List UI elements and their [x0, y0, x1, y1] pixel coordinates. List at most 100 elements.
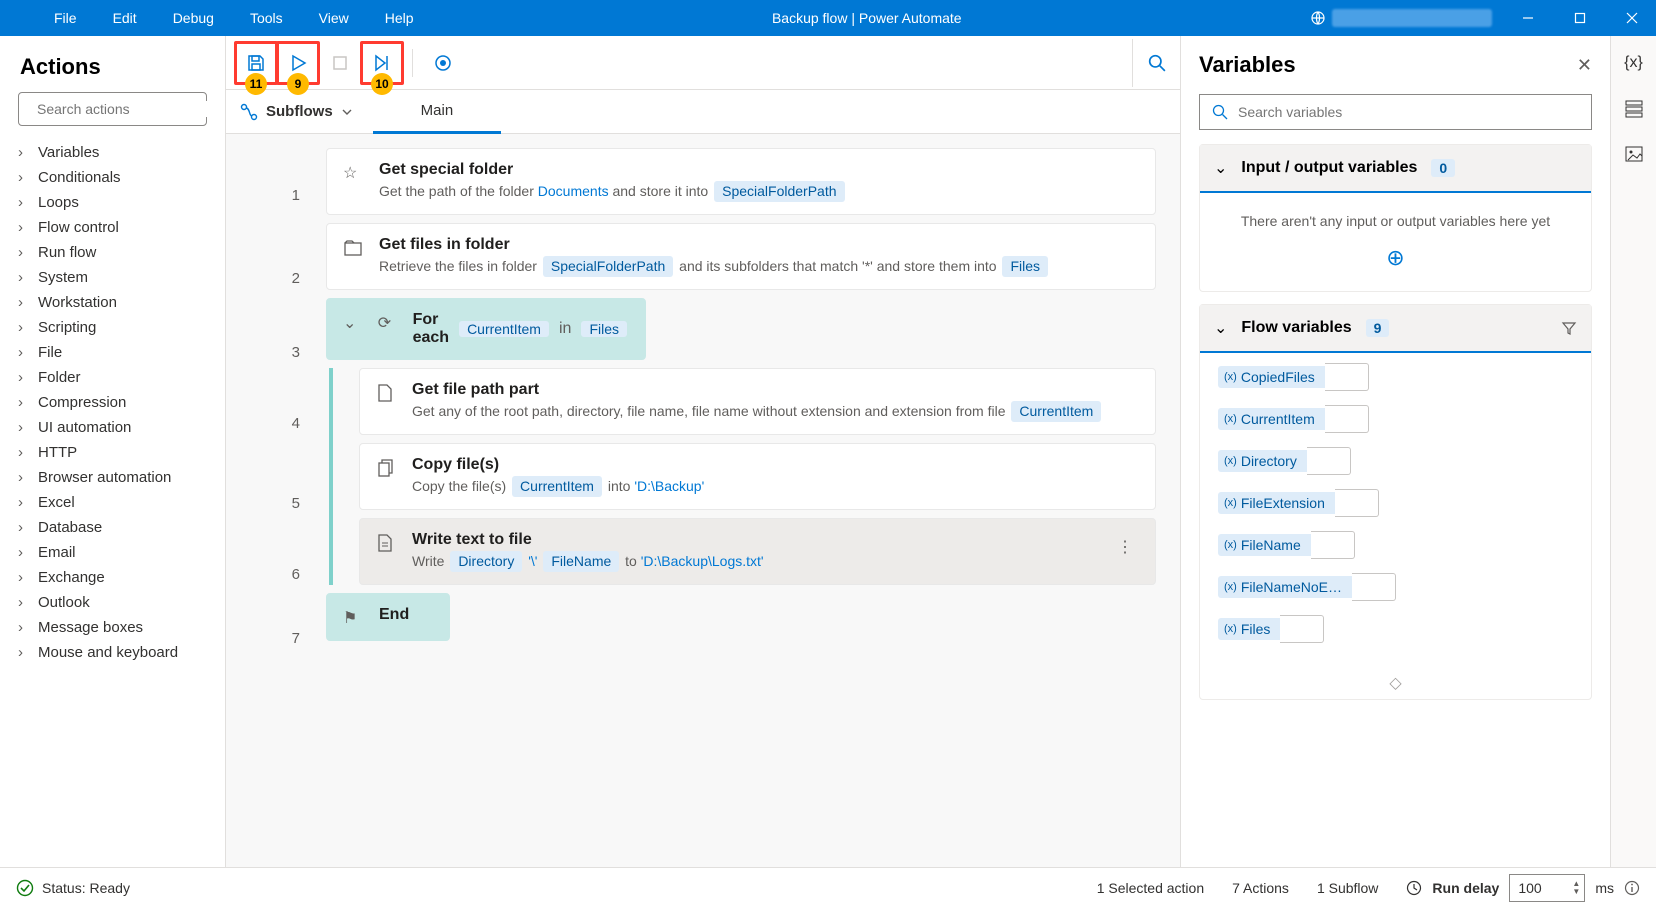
flow-variable-item[interactable]: (x) Directory [1218, 447, 1573, 475]
actions-heading: Actions [0, 36, 225, 92]
category-message-boxes[interactable]: ›Message boxes [6, 615, 225, 640]
chevron-down-icon [341, 106, 353, 118]
io-empty-text: There aren't any input or output variabl… [1220, 213, 1571, 229]
category-browser-automation[interactable]: ›Browser automation [6, 465, 225, 490]
category-database[interactable]: ›Database [6, 515, 225, 540]
category-http[interactable]: ›HTTP [6, 440, 225, 465]
write-icon [376, 531, 398, 553]
step-get-files-in-folder[interactable]: Get files in folder Retrieve the files i… [326, 223, 1156, 290]
status-actions: 7 Actions [1232, 880, 1289, 896]
io-count-badge: 0 [1431, 159, 1455, 177]
filter-button[interactable] [1561, 320, 1577, 336]
run-delay-unit: ms [1595, 880, 1614, 896]
flow-steps: ☆ Get special folder Get the path of the… [326, 134, 1180, 867]
clock-icon [1406, 880, 1422, 896]
flow-variables-header[interactable]: ⌄ Flow variables 9 [1200, 305, 1591, 353]
category-workstation[interactable]: ›Workstation [6, 290, 225, 315]
run-delay-label: Run delay [1432, 880, 1499, 896]
step-copy-files[interactable]: Copy file(s) Copy the file(s) CurrentIte… [359, 443, 1156, 510]
close-button[interactable] [1608, 0, 1656, 36]
subflows-label: Subflows [266, 103, 333, 120]
rail-ui-elements-button[interactable] [1624, 98, 1644, 118]
subflow-icon [240, 103, 258, 121]
step-for-each[interactable]: ⌄ ⟳ For each CurrentItem in Files [326, 298, 646, 360]
search-icon [1212, 104, 1228, 120]
loop-icon: ⟳ [378, 311, 399, 333]
flow-variable-item[interactable]: (x) CurrentItem [1218, 405, 1573, 433]
flow-variable-item[interactable]: (x) Files [1218, 615, 1573, 643]
category-file[interactable]: ›File [6, 340, 225, 365]
add-io-variable-button[interactable]: ⊕ [1220, 245, 1571, 271]
success-icon [16, 879, 34, 897]
tutorial-badge-step: 10 [371, 73, 393, 95]
category-email[interactable]: ›Email [6, 540, 225, 565]
subflows-dropdown[interactable]: Subflows [240, 103, 353, 121]
step-write-text-to-file[interactable]: Write text to file Write Directory '\' F… [359, 518, 1156, 585]
environment-name-redacted [1332, 9, 1492, 27]
menu-debug[interactable]: Debug [155, 2, 232, 34]
chevron-down-icon: ⌄ [343, 311, 364, 333]
flow-variable-item[interactable]: (x) FileExtension [1218, 489, 1573, 517]
step-get-special-folder[interactable]: ☆ Get special folder Get the path of the… [326, 148, 1156, 215]
menu-tools[interactable]: Tools [232, 2, 301, 34]
run-delay-input[interactable]: 100 ▲▼ [1509, 874, 1585, 902]
menu-edit[interactable]: Edit [95, 2, 155, 34]
category-excel[interactable]: ›Excel [6, 490, 225, 515]
category-outlook[interactable]: ›Outlook [6, 590, 225, 615]
menubar: File Edit Debug Tools View Help [0, 2, 432, 34]
menu-help[interactable]: Help [367, 2, 432, 34]
info-icon[interactable] [1624, 880, 1640, 896]
flow-variable-item[interactable]: (x) FileName [1218, 531, 1573, 559]
flow-variable-item[interactable]: (x) CopiedFiles [1218, 363, 1573, 391]
flow-count-badge: 9 [1366, 319, 1390, 337]
category-compression[interactable]: ›Compression [6, 390, 225, 415]
flow-search-button[interactable] [1132, 39, 1180, 87]
file-icon [376, 381, 398, 403]
minimize-button[interactable] [1504, 0, 1552, 36]
chevron-down-icon: ⌄ [1214, 158, 1227, 178]
io-variables-header[interactable]: ⌄ Input / output variables 0 [1200, 145, 1591, 193]
status-subflow: 1 Subflow [1317, 880, 1378, 896]
menu-view[interactable]: View [301, 2, 367, 34]
actions-search-input[interactable] [37, 101, 218, 117]
flag-icon: ⚑ [343, 606, 365, 628]
step-more-menu[interactable]: ⋮ [1111, 531, 1139, 563]
record-button[interactable] [425, 45, 461, 81]
menu-file[interactable]: File [36, 2, 95, 34]
category-conditionals[interactable]: ›Conditionals [6, 165, 225, 190]
line-gutter: 1 2 3 4 5 6 7 [226, 134, 326, 867]
category-scripting[interactable]: ›Scripting [6, 315, 225, 340]
step-title: Get file path part [412, 381, 1139, 399]
category-exchange[interactable]: ›Exchange [6, 565, 225, 590]
category-system[interactable]: ›System [6, 265, 225, 290]
rail-images-button[interactable] [1624, 144, 1644, 164]
actions-tree[interactable]: ›Variables ›Conditionals ›Loops ›Flow co… [0, 136, 225, 867]
step-end[interactable]: ⚑ End [326, 593, 450, 641]
variables-search-input[interactable] [1238, 104, 1579, 120]
clear-variables-button[interactable]: ◇ [1200, 667, 1591, 699]
flow-variable-item[interactable]: (x) FileNameNoE… [1218, 573, 1573, 601]
rail-variables-button[interactable]: {x} [1624, 54, 1643, 72]
variables-panel: Variables ✕ ⌄ Input / output variables 0… [1180, 36, 1610, 867]
actions-panel: Actions ›Variables ›Conditionals ›Loops … [0, 36, 226, 867]
category-run-flow[interactable]: ›Run flow [6, 240, 225, 265]
maximize-button[interactable] [1556, 0, 1604, 36]
close-panel-button[interactable]: ✕ [1577, 55, 1592, 76]
folder-icon [343, 236, 365, 258]
category-variables[interactable]: ›Variables [6, 140, 225, 165]
step-get-file-path-part[interactable]: Get file path part Get any of the root p… [359, 368, 1156, 435]
stop-button [322, 45, 358, 81]
category-mouse-keyboard[interactable]: ›Mouse and keyboard [6, 640, 225, 665]
status-text: Status: Ready [42, 880, 130, 896]
flow-designer: 11 9 10 [226, 36, 1180, 867]
actions-search[interactable] [18, 92, 207, 126]
category-ui-automation[interactable]: ›UI automation [6, 415, 225, 440]
step-title: Get special folder [379, 161, 1139, 179]
tab-main[interactable]: Main [373, 90, 502, 134]
variables-search[interactable] [1199, 94, 1592, 130]
category-folder[interactable]: ›Folder [6, 365, 225, 390]
category-flow-control[interactable]: ›Flow control [6, 215, 225, 240]
environment-picker[interactable] [1302, 7, 1500, 29]
titlebar: File Edit Debug Tools View Help Backup f… [0, 0, 1656, 36]
category-loops[interactable]: ›Loops [6, 190, 225, 215]
